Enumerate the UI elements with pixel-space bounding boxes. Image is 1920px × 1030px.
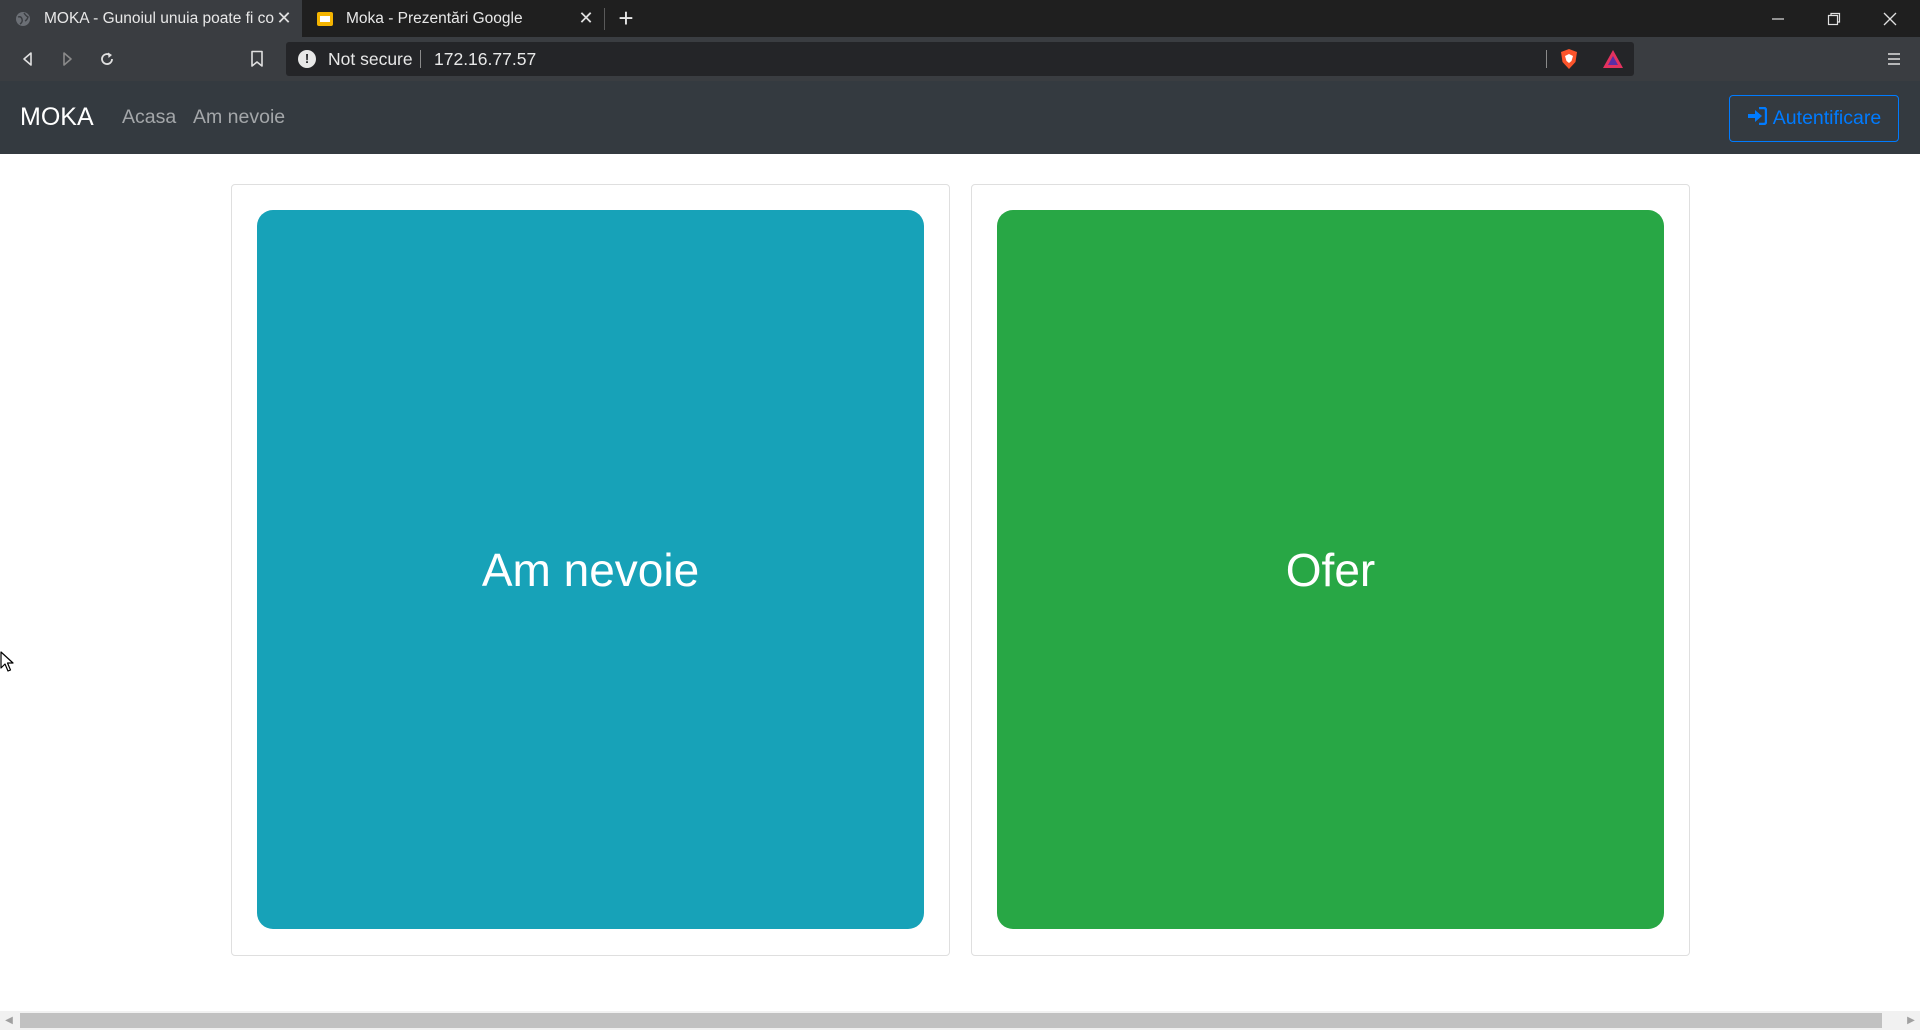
info-icon[interactable]: ! [298, 50, 316, 68]
need-button[interactable]: Am nevoie [257, 210, 924, 929]
scroll-left-icon[interactable]: ◀ [0, 1011, 18, 1030]
brave-rewards-icon[interactable] [1602, 49, 1624, 74]
offer-card: Ofer [971, 184, 1690, 956]
brand-logo[interactable]: MOKA [20, 81, 94, 154]
sign-in-icon [1747, 106, 1767, 131]
close-tab-icon[interactable]: ✕ [274, 8, 294, 29]
address-divider [1546, 50, 1547, 68]
need-card: Am nevoie [231, 184, 950, 956]
address-bar[interactable]: ! Not secure 172.16.77.57 [286, 42, 1634, 76]
browser-tab-moka[interactable]: MOKA - Gunoiul unuia poate fi comoara al… [0, 0, 302, 37]
login-button[interactable]: Autentificare [1729, 95, 1899, 142]
need-label: Am nevoie [481, 543, 700, 596]
url-text[interactable]: 172.16.77.57 [434, 42, 536, 76]
forward-icon[interactable] [49, 37, 85, 81]
globe-icon [14, 10, 32, 28]
tab-title: MOKA - Gunoiul unuia poate fi comoara al… [44, 9, 274, 27]
site-navbar: MOKA Acasa Am nevoie Autentificare [0, 81, 1920, 154]
google-slides-icon [316, 10, 334, 28]
nav-link-acasa[interactable]: Acasa [122, 81, 176, 154]
offer-button[interactable]: Ofer [997, 210, 1664, 929]
nav-link-am-nevoie[interactable]: Am nevoie [193, 81, 285, 154]
minimize-icon[interactable] [1750, 0, 1806, 37]
tab-divider [604, 8, 605, 30]
mouse-cursor-icon [0, 651, 14, 678]
reload-icon[interactable] [89, 37, 125, 81]
login-label: Autentificare [1772, 107, 1882, 129]
browser-toolbar: ! Not secure 172.16.77.57 [0, 37, 1920, 81]
offer-label: Ofer [1285, 543, 1376, 596]
bookmark-icon[interactable] [239, 37, 275, 81]
browser-tab-strip: MOKA - Gunoiul unuia poate fi comoara al… [0, 0, 1920, 37]
browser-tab-slides[interactable]: Moka - Prezentări Google ✕ [302, 0, 604, 37]
scroll-right-icon[interactable]: ▶ [1902, 1011, 1920, 1030]
close-window-icon[interactable] [1862, 0, 1918, 37]
address-divider [420, 50, 421, 68]
close-tab-icon[interactable]: ✕ [576, 8, 596, 29]
security-status[interactable]: Not secure [328, 42, 413, 76]
restore-icon[interactable] [1806, 0, 1862, 37]
horizontal-scrollbar[interactable]: ◀ ▶ [0, 1011, 1920, 1030]
back-icon[interactable] [10, 37, 46, 81]
scrollbar-thumb[interactable] [20, 1013, 1882, 1028]
menu-icon[interactable] [1876, 37, 1912, 81]
tab-title: Moka - Prezentări Google [346, 9, 523, 27]
brave-shields-icon[interactable] [1559, 48, 1579, 75]
new-tab-icon[interactable]: + [612, 4, 640, 32]
